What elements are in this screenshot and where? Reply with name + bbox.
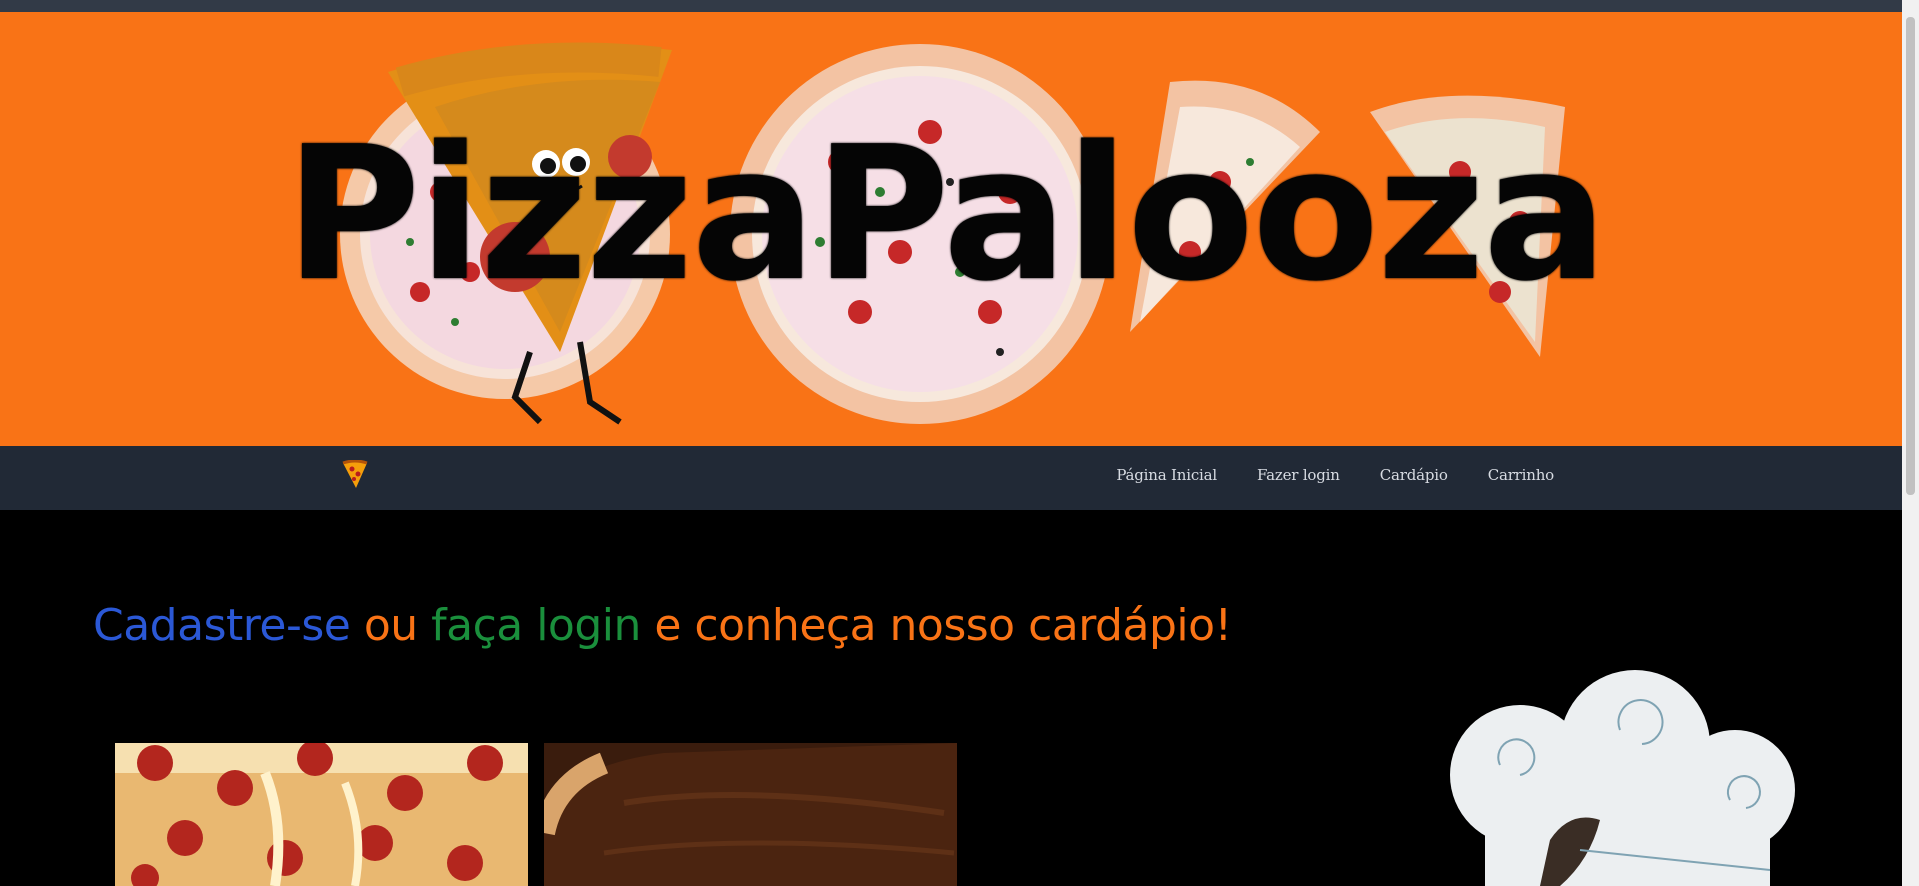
signup-link[interactable]: Cadastre-se (93, 600, 351, 651)
nav-login-link[interactable]: Fazer login (1257, 466, 1340, 484)
chocolate-pizza-image[interactable] (544, 743, 957, 886)
top-strip (0, 0, 1902, 12)
main-navbar: Página Inicial Fazer login Cardápio Carr… (0, 446, 1902, 510)
login-link[interactable]: faça login (431, 600, 641, 651)
headline-tail: e conheça nosso cardápio! (640, 600, 1232, 651)
pepperoni-pizza-photo (115, 743, 528, 886)
pepperoni-pizza-image[interactable] (115, 743, 528, 886)
page-scrollbar[interactable] (1902, 0, 1919, 886)
pizza-slice-logo-icon[interactable] (342, 460, 368, 490)
scrollbar-thumb[interactable] (1906, 17, 1915, 495)
brand-wordmark: PizzaPalooza (285, 106, 1608, 322)
headline-or: ou (350, 600, 432, 651)
nav-menu-link[interactable]: Cardápio (1380, 466, 1448, 484)
page-headline: Cadastre-se ou faça login e conheça noss… (93, 600, 1232, 651)
nav-cart-link[interactable]: Carrinho (1488, 466, 1555, 484)
chef-hat-icon (1450, 670, 1795, 886)
nav-home-link[interactable]: Página Inicial (1116, 466, 1217, 484)
chocolate-pizza-photo (544, 743, 957, 886)
hero-banner: PizzaPalooza (0, 12, 1902, 446)
nav-links: Página Inicial Fazer login Cardápio Carr… (1116, 466, 1554, 484)
